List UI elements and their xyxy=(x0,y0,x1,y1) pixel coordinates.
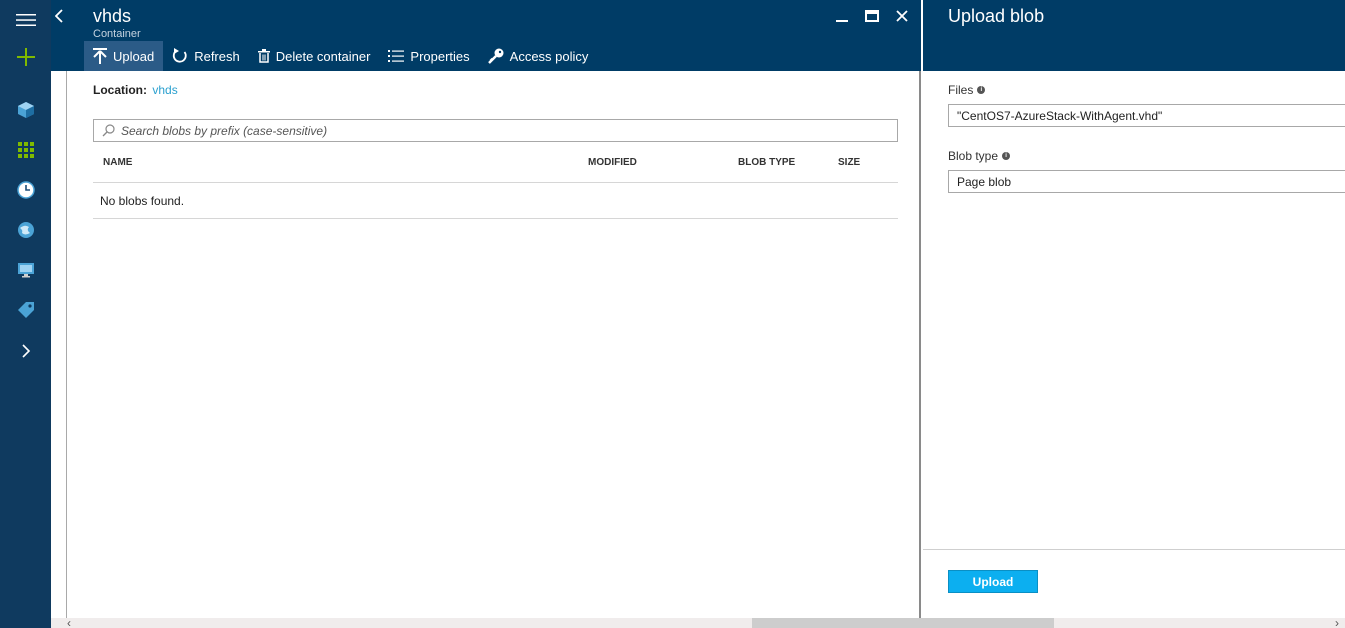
column-header-modified[interactable]: MODIFIED xyxy=(588,157,637,168)
blob-type-label-row: Blob type i xyxy=(948,149,1011,163)
scrollbar-thumb[interactable] xyxy=(752,618,1054,628)
container-blade-body: Location: vhds NAME MODIFIED BLOB TYPE S… xyxy=(68,71,921,618)
search-input[interactable] xyxy=(121,123,881,138)
refresh-icon xyxy=(173,48,187,63)
column-header-name[interactable]: NAME xyxy=(103,157,132,168)
left-navigation xyxy=(0,0,51,628)
blob-type-label: Blob type xyxy=(948,149,999,163)
blob-type-dropdown[interactable]: Page blob xyxy=(948,170,1345,193)
delete-container-command-label: Delete container xyxy=(275,48,371,64)
location-link[interactable]: vhds xyxy=(152,83,177,97)
recent-clock-icon[interactable] xyxy=(0,170,51,210)
files-label: Files xyxy=(948,83,974,97)
upload-command-label: Upload xyxy=(113,48,155,64)
virtual-machine-icon[interactable] xyxy=(0,250,51,290)
blob-type-info-icon[interactable]: i xyxy=(1002,152,1011,160)
key-icon xyxy=(487,48,504,64)
container-blade-header: vhds Container Upload Refresh Delete con… xyxy=(51,0,921,71)
column-header-blob-type[interactable]: BLOB TYPE xyxy=(738,157,795,168)
files-label-row: Files i xyxy=(948,83,986,97)
scroll-right-icon[interactable]: › xyxy=(1335,616,1339,628)
location-label: Location: xyxy=(93,83,147,97)
empty-state-message: No blobs found. xyxy=(93,183,898,219)
files-info-icon[interactable]: i xyxy=(977,86,986,94)
properties-command-label: Properties xyxy=(410,48,470,64)
location-row: Location: vhds xyxy=(93,83,178,97)
column-header-size[interactable]: SIZE xyxy=(838,157,860,168)
tag-icon[interactable] xyxy=(0,290,51,330)
upload-button[interactable]: Upload xyxy=(948,570,1038,593)
search-box xyxy=(93,119,898,142)
blade-title: vhds xyxy=(93,6,132,26)
minimize-icon[interactable] xyxy=(827,5,857,27)
blobs-table: NAME MODIFIED BLOB TYPE SIZE No blobs fo… xyxy=(93,149,898,219)
trash-icon xyxy=(257,49,270,63)
close-icon[interactable] xyxy=(887,5,917,27)
properties-command-button[interactable]: Properties xyxy=(379,41,478,71)
blade-subtitle: Container xyxy=(93,28,141,40)
blade-gutter xyxy=(51,71,67,618)
collapse-chevron-icon[interactable] xyxy=(51,0,67,32)
scroll-left-icon[interactable]: ‹ xyxy=(67,616,71,628)
upload-blade-header: Upload blob xyxy=(923,0,1345,71)
command-bar: Upload Refresh Delete container Properti… xyxy=(84,41,597,71)
search-icon xyxy=(102,124,115,137)
expand-chevron-icon[interactable] xyxy=(0,331,51,371)
upload-blade-title: Upload blob xyxy=(948,6,1045,26)
upload-blade-body: Files i "CentOS7-AzureStack-WithAgent.vh… xyxy=(923,71,1345,618)
upload-icon xyxy=(93,48,107,64)
table-header: NAME MODIFIED BLOB TYPE SIZE xyxy=(93,149,898,183)
all-resources-grid-icon[interactable] xyxy=(0,130,51,170)
global-network-icon[interactable] xyxy=(0,210,51,250)
new-plus-icon[interactable] xyxy=(0,37,51,77)
properties-list-icon xyxy=(388,50,405,62)
delete-container-command-button[interactable]: Delete container xyxy=(249,41,380,71)
horizontal-scrollbar[interactable]: ‹ › xyxy=(51,616,1345,628)
refresh-command-button[interactable]: Refresh xyxy=(163,41,249,71)
access-policy-command-label: Access policy xyxy=(509,48,589,64)
upload-command-button[interactable]: Upload xyxy=(84,41,164,71)
access-policy-command-button[interactable]: Access policy xyxy=(479,41,598,71)
footer-divider xyxy=(923,549,1345,550)
files-picker-field[interactable]: "CentOS7-AzureStack-WithAgent.vhd" xyxy=(948,104,1345,127)
refresh-command-label: Refresh xyxy=(194,48,240,64)
window-controls xyxy=(827,5,917,27)
hamburger-menu-icon[interactable] xyxy=(0,0,51,40)
maximize-icon[interactable] xyxy=(857,5,887,27)
resource-cube-icon[interactable] xyxy=(0,90,51,130)
